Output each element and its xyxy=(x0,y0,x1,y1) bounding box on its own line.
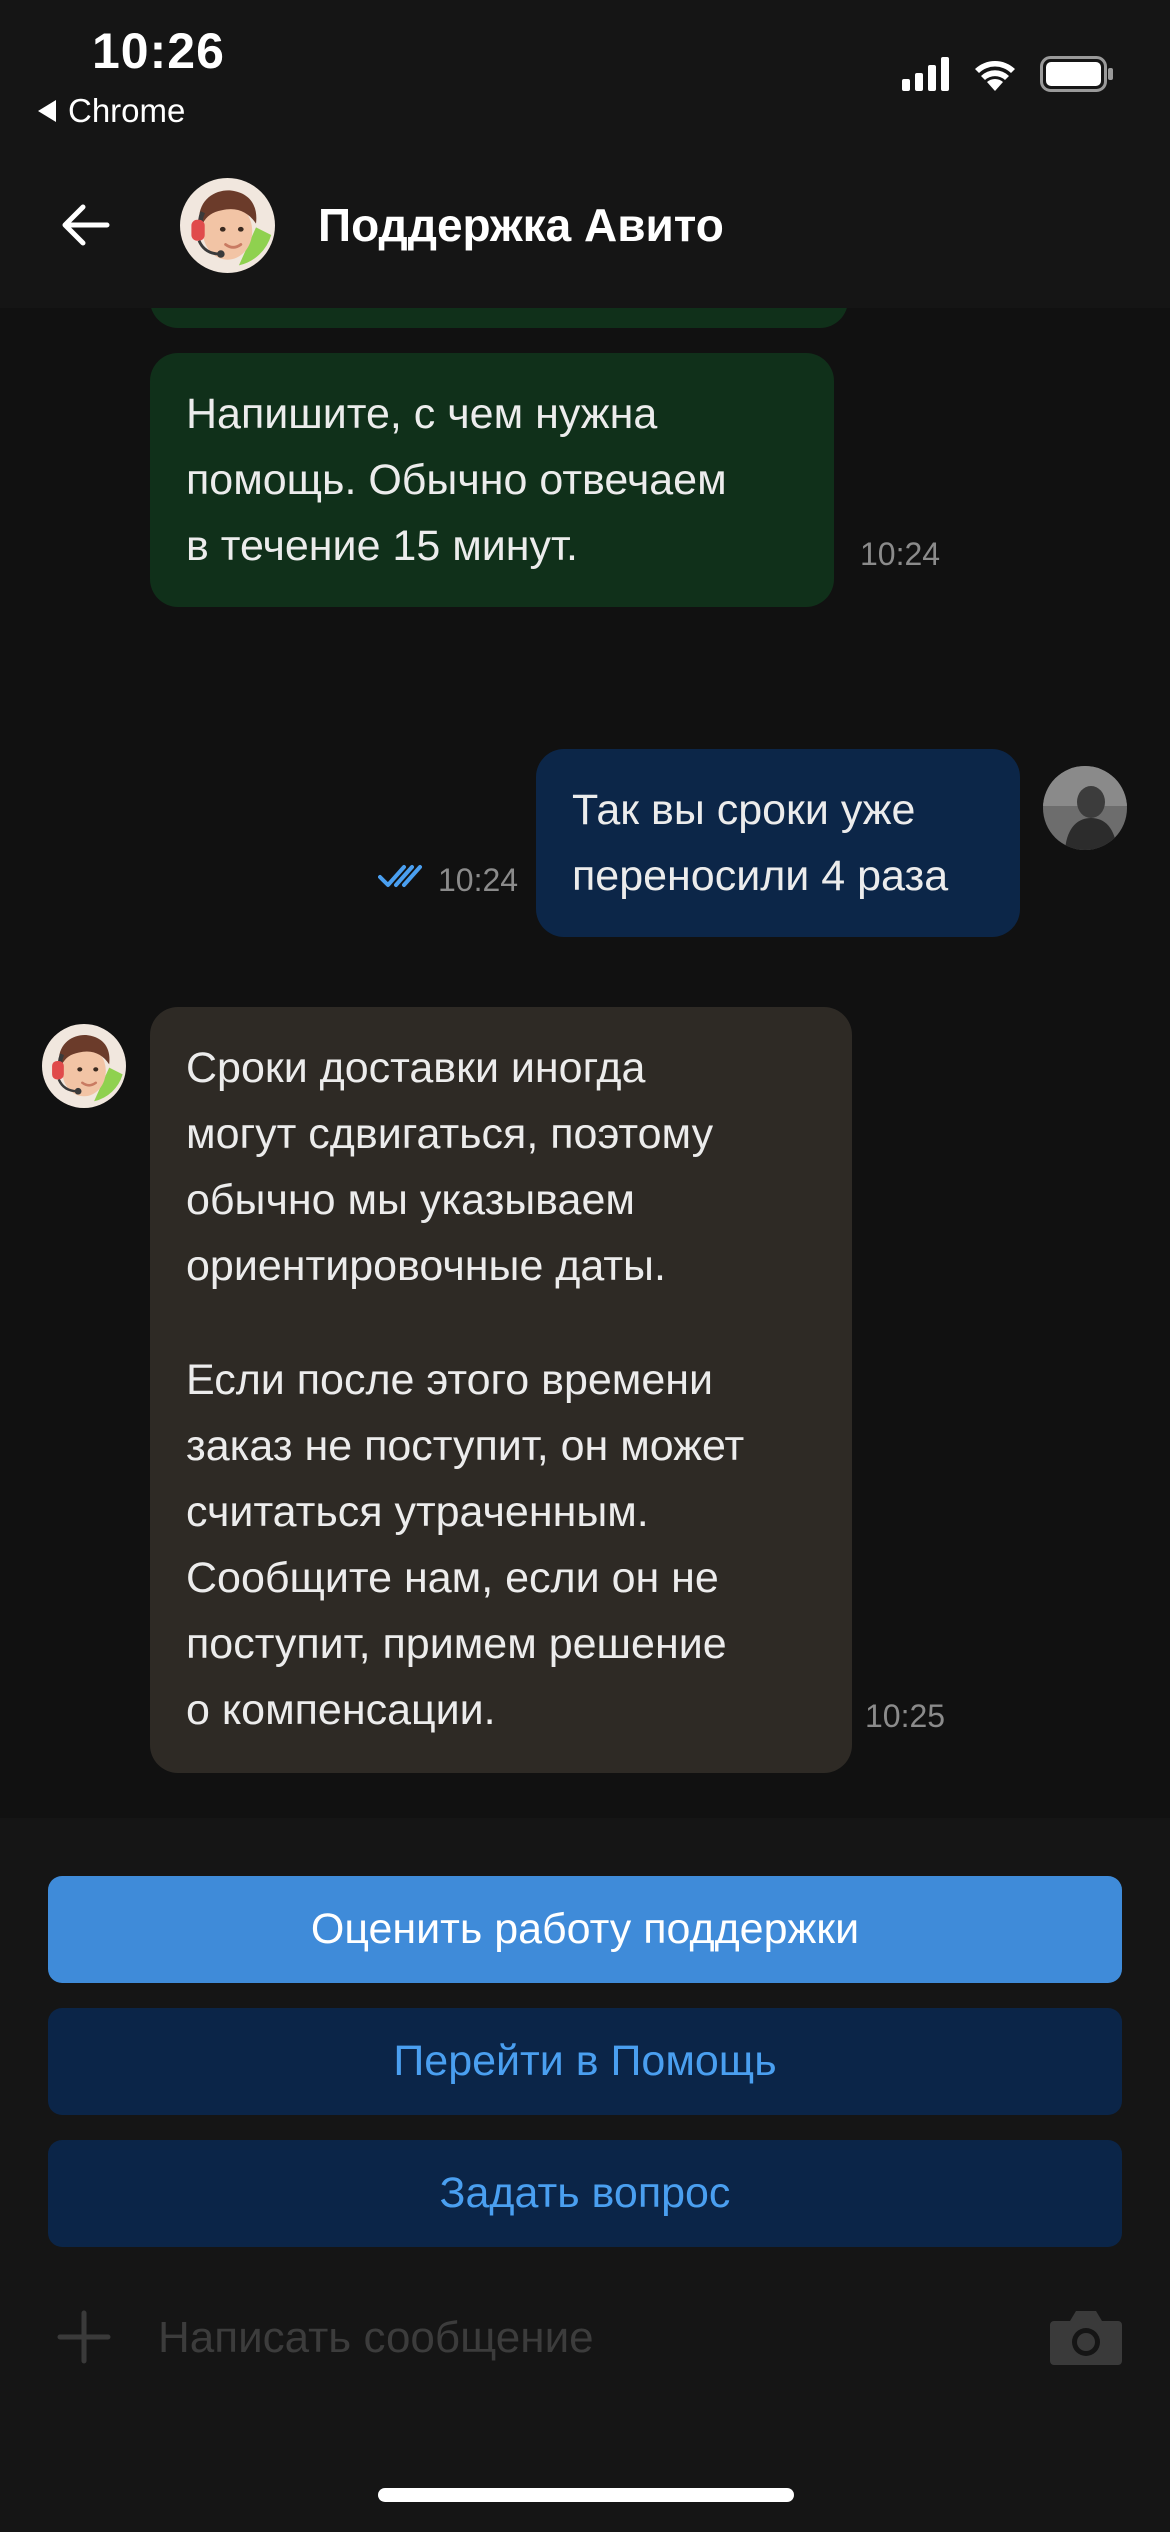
user-message: Так вы сроки уже переносили 4 раза xyxy=(536,749,1020,937)
back-to-app[interactable]: Chrome xyxy=(38,92,185,130)
double-check-icon xyxy=(378,865,422,887)
support-avatar[interactable] xyxy=(42,1024,126,1108)
message-input[interactable] xyxy=(158,2303,1018,2373)
support-message: Сроки доставки иногда могут сдвигаться, … xyxy=(150,1007,852,1773)
cellular-signal-icon xyxy=(902,57,949,91)
message-text: Напишите, с чем нужна помощь. Обычно отв… xyxy=(186,390,727,570)
support-avatar[interactable] xyxy=(180,178,275,273)
ask-question-button[interactable]: Задать вопрос xyxy=(48,2140,1122,2247)
status-bar: 10:26 Chrome xyxy=(0,0,1170,150)
message-paragraph: Если после этого времени заказ не поступ… xyxy=(186,1356,745,1734)
wifi-icon xyxy=(975,61,1015,91)
back-app-label: Chrome xyxy=(68,92,186,129)
back-triangle-icon xyxy=(38,100,56,122)
message-list[interactable]: Напишите, с чем нужна помощь. Обычно отв… xyxy=(0,308,1170,1818)
battery-icon xyxy=(1040,56,1113,92)
previous-message-edge xyxy=(150,308,848,328)
support-message: Напишите, с чем нужна помощь. Обычно отв… xyxy=(150,353,834,607)
message-time: 10:25 xyxy=(865,1698,946,1734)
message-text: Так вы сроки уже переносили 4 раза xyxy=(572,786,949,900)
message-paragraph: Сроки доставки иногда могут сдвигаться, … xyxy=(186,1044,714,1290)
home-indicator xyxy=(378,2488,794,2502)
user-avatar[interactable] xyxy=(1043,766,1127,850)
message-composer xyxy=(0,2285,1170,2395)
plus-icon[interactable] xyxy=(56,2309,112,2365)
rate-support-button[interactable]: Оценить работу поддержки xyxy=(48,1876,1122,1983)
chat-title: Поддержка Авито xyxy=(318,199,724,251)
chat-header: Поддержка Авито xyxy=(0,150,1170,308)
status-icons xyxy=(902,56,1114,92)
arrow-left-icon[interactable] xyxy=(55,195,115,255)
status-time: 10:26 xyxy=(92,23,225,79)
message-time: 10:24 xyxy=(438,862,519,898)
camera-icon[interactable] xyxy=(1048,2305,1124,2367)
message-time: 10:24 xyxy=(860,536,941,572)
quick-actions: Оценить работу поддержки Перейти в Помощ… xyxy=(0,1818,1170,2532)
go-to-help-button[interactable]: Перейти в Помощь xyxy=(48,2008,1122,2115)
